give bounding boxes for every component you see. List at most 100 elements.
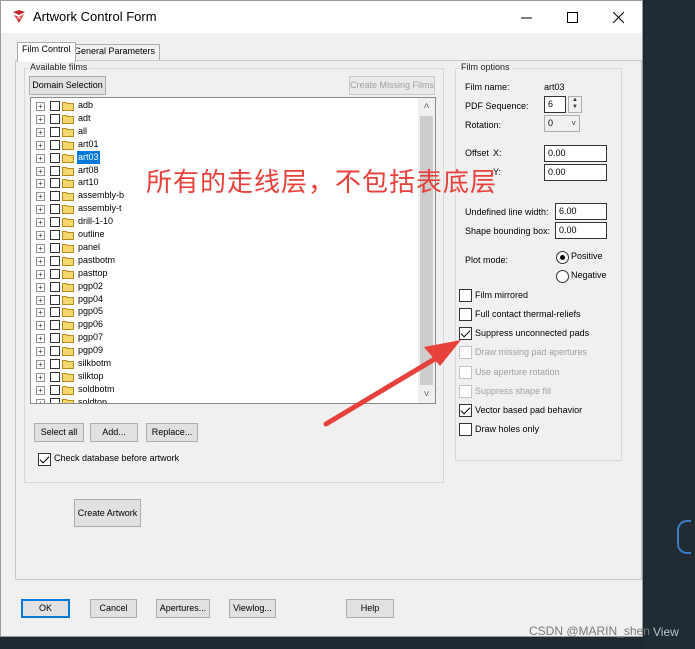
film-checkbox[interactable] bbox=[50, 242, 60, 253]
film-checkbox[interactable] bbox=[50, 191, 60, 202]
film-checkbox[interactable] bbox=[50, 281, 60, 292]
tree-item[interactable]: + pgp09 bbox=[31, 344, 421, 357]
offset-x-input[interactable]: 0.00 bbox=[544, 145, 607, 162]
film-checkbox[interactable] bbox=[50, 113, 60, 124]
film-checkbox[interactable] bbox=[50, 139, 60, 150]
expand-plus-icon[interactable]: + bbox=[36, 140, 45, 150]
tree-item[interactable]: + panel bbox=[31, 241, 421, 254]
tree-item[interactable]: + drill-1-10 bbox=[31, 215, 421, 228]
draw-holes-only-checkbox[interactable] bbox=[459, 423, 472, 436]
scrollbar-thumb[interactable] bbox=[420, 116, 433, 385]
tree-item[interactable]: + soldbotm bbox=[31, 383, 421, 396]
use-aperture-rotation-checkbox[interactable] bbox=[459, 366, 472, 379]
expand-plus-icon[interactable]: + bbox=[36, 102, 45, 111]
ok-button[interactable]: OK bbox=[21, 599, 70, 618]
add-button[interactable]: Add... bbox=[90, 423, 138, 442]
draw-missing-pad-apertures-checkbox[interactable] bbox=[459, 346, 472, 359]
expand-plus-icon[interactable]: + bbox=[36, 282, 45, 292]
suppress-shape-fill-checkbox[interactable] bbox=[459, 385, 472, 398]
film-checkbox[interactable] bbox=[50, 152, 60, 163]
replace-button[interactable]: Replace... bbox=[146, 423, 198, 442]
offset-y-input[interactable]: 0.00 bbox=[544, 164, 607, 181]
plot-mode-positive-radio[interactable] bbox=[556, 251, 569, 264]
film-checkbox[interactable] bbox=[50, 268, 60, 279]
film-checkbox[interactable] bbox=[50, 359, 60, 369]
film-checkbox[interactable] bbox=[50, 255, 60, 266]
tree-item[interactable]: + all bbox=[31, 125, 421, 138]
full-contact-thermal-reliefs-checkbox[interactable] bbox=[459, 308, 472, 321]
film-checkbox[interactable] bbox=[50, 178, 60, 189]
tree-item[interactable]: + adb bbox=[31, 99, 421, 112]
tree-item[interactable]: + pgp06 bbox=[31, 318, 421, 331]
film-mirrored-checkbox[interactable] bbox=[459, 289, 472, 302]
expand-plus-icon[interactable]: + bbox=[36, 269, 45, 279]
film-checkbox[interactable] bbox=[50, 333, 60, 344]
films-tree[interactable]: + adb + adt + all + art01 + art03 + art08 + art10 + ass… bbox=[30, 97, 436, 404]
plot-mode-negative-radio[interactable] bbox=[556, 270, 569, 283]
expand-plus-icon[interactable]: + bbox=[36, 243, 45, 253]
maximize-button[interactable] bbox=[549, 1, 595, 33]
expand-plus-icon[interactable]: + bbox=[36, 385, 45, 395]
expand-plus-icon[interactable]: + bbox=[36, 321, 45, 331]
expand-plus-icon[interactable]: + bbox=[36, 114, 45, 124]
close-button[interactable] bbox=[595, 1, 641, 33]
film-checkbox[interactable] bbox=[50, 204, 60, 215]
expand-plus-icon[interactable]: + bbox=[36, 360, 45, 369]
expand-plus-icon[interactable]: + bbox=[36, 192, 45, 202]
viewlog-button[interactable]: Viewlog... bbox=[229, 599, 276, 618]
film-checkbox[interactable] bbox=[50, 384, 60, 395]
apertures-button[interactable]: Apertures... bbox=[156, 599, 210, 618]
expand-plus-icon[interactable]: + bbox=[36, 256, 45, 266]
expand-plus-icon[interactable]: + bbox=[36, 347, 45, 357]
film-checkbox[interactable] bbox=[50, 371, 60, 382]
tab-film-control[interactable]: Film Control bbox=[17, 42, 76, 62]
cancel-button[interactable]: Cancel bbox=[90, 599, 137, 618]
film-checkbox[interactable] bbox=[50, 307, 60, 318]
suppress-unconnected-pads-checkbox[interactable] bbox=[459, 327, 472, 340]
domain-selection-button[interactable]: Domain Selection bbox=[29, 76, 106, 95]
spin-down-icon[interactable]: ▼ bbox=[569, 104, 581, 111]
pdf-sequence-input[interactable]: 6 bbox=[544, 96, 566, 113]
expand-plus-icon[interactable]: + bbox=[36, 398, 45, 403]
tree-item[interactable]: + adt bbox=[31, 112, 421, 125]
check-database-checkbox[interactable] bbox=[38, 453, 51, 466]
film-checkbox[interactable] bbox=[50, 294, 60, 305]
tree-item[interactable]: + pasttop bbox=[31, 267, 421, 280]
film-checkbox[interactable] bbox=[50, 230, 60, 240]
expand-plus-icon[interactable]: + bbox=[36, 153, 45, 163]
film-checkbox[interactable] bbox=[50, 101, 60, 111]
tree-item[interactable]: + soldtop bbox=[31, 396, 421, 403]
expand-plus-icon[interactable]: + bbox=[36, 218, 45, 228]
vector-based-pad-behavior-checkbox[interactable] bbox=[459, 404, 472, 417]
tree-item[interactable]: + silktop bbox=[31, 370, 421, 383]
expand-plus-icon[interactable]: + bbox=[36, 179, 45, 189]
expand-plus-icon[interactable]: + bbox=[36, 166, 45, 176]
tree-item[interactable]: + pgp04 bbox=[31, 293, 421, 306]
create-missing-films-button[interactable]: Create Missing Films bbox=[349, 76, 435, 95]
expand-plus-icon[interactable]: + bbox=[36, 334, 45, 344]
rotation-select[interactable]: 0 ˅ bbox=[544, 115, 580, 132]
tab-general-parameters[interactable]: General Parameters bbox=[69, 44, 161, 61]
tree-item[interactable]: + assembly-t bbox=[31, 202, 421, 215]
expand-plus-icon[interactable]: + bbox=[36, 205, 45, 215]
tree-item[interactable]: + pastbotm bbox=[31, 254, 421, 267]
expand-plus-icon[interactable]: + bbox=[36, 231, 45, 240]
create-artwork-button[interactable]: Create Artwork bbox=[74, 499, 141, 527]
select-all-button[interactable]: Select all bbox=[34, 423, 84, 442]
film-checkbox[interactable] bbox=[50, 320, 60, 331]
film-checkbox[interactable] bbox=[50, 397, 60, 403]
tree-item[interactable]: + silkbotm bbox=[31, 357, 421, 370]
expand-plus-icon[interactable]: + bbox=[36, 127, 45, 137]
undefined-line-width-input[interactable]: 6.00 bbox=[555, 203, 607, 220]
tree-item[interactable]: + pgp07 bbox=[31, 331, 421, 344]
scroll-up-icon[interactable]: ˄ bbox=[418, 98, 435, 115]
expand-plus-icon[interactable]: + bbox=[36, 308, 45, 318]
spin-up-icon[interactable]: ▲ bbox=[569, 97, 581, 104]
film-checkbox[interactable] bbox=[50, 217, 60, 228]
film-checkbox[interactable] bbox=[50, 126, 60, 137]
shape-bounding-box-input[interactable]: 0.00 bbox=[555, 222, 607, 239]
help-button[interactable]: Help bbox=[346, 599, 394, 618]
minimize-button[interactable] bbox=[503, 1, 549, 33]
tree-scrollbar[interactable]: ˄ ˅ bbox=[418, 98, 435, 403]
tree-item[interactable]: + art01 bbox=[31, 138, 421, 151]
